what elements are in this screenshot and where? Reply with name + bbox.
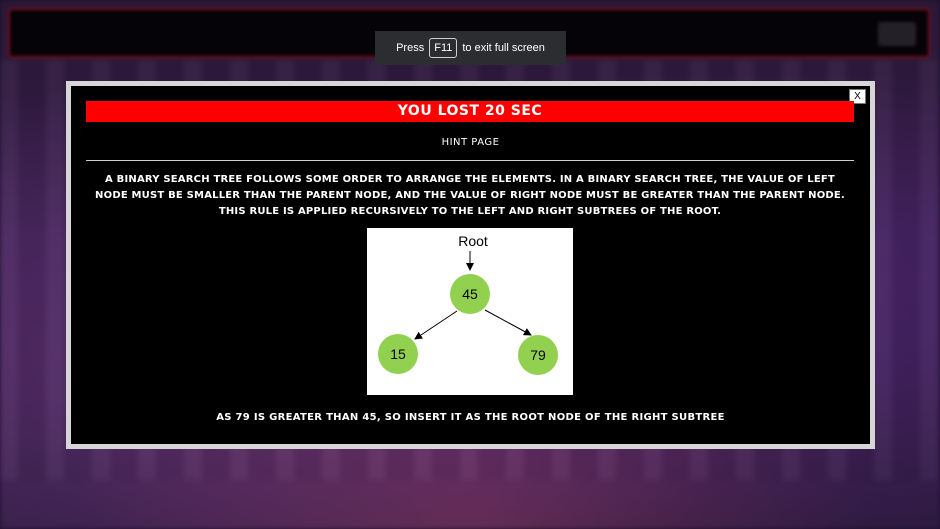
- left-node-value: 15: [390, 346, 406, 362]
- fullscreen-toast: Press F11 to exit full screen: [375, 31, 566, 65]
- right-edge-arrow: [484, 309, 532, 336]
- penalty-banner: YOU LOST 20 SEC: [86, 101, 854, 122]
- hint-page-title: HINT PAGE: [441, 137, 500, 148]
- bst-diagram: Root 45 15 79: [367, 228, 573, 395]
- bst-diagram-svg: Root 45 15 79: [378, 233, 558, 375]
- toast-press-label: Press: [396, 42, 425, 54]
- hint-text: A BINARY SEARCH TREE FOLLOWS SOME ORDER …: [95, 174, 845, 217]
- toast-suffix-label: to exit full screen: [462, 42, 545, 54]
- blurred-header-button: [878, 22, 916, 46]
- root-label: Root: [458, 233, 488, 249]
- left-edge-arrow: [414, 310, 458, 340]
- hint-conclusion: AS 79 IS GREATER THAN 45, SO INSERT IT A…: [216, 412, 725, 423]
- root-node-value: 45: [462, 286, 478, 302]
- toast-key-badge: F11: [429, 38, 458, 58]
- divider: [86, 160, 854, 161]
- right-node-value: 79: [530, 347, 546, 363]
- hint-modal: X YOU LOST 20 SEC HINT PAGE A BINARY SEA…: [66, 81, 875, 449]
